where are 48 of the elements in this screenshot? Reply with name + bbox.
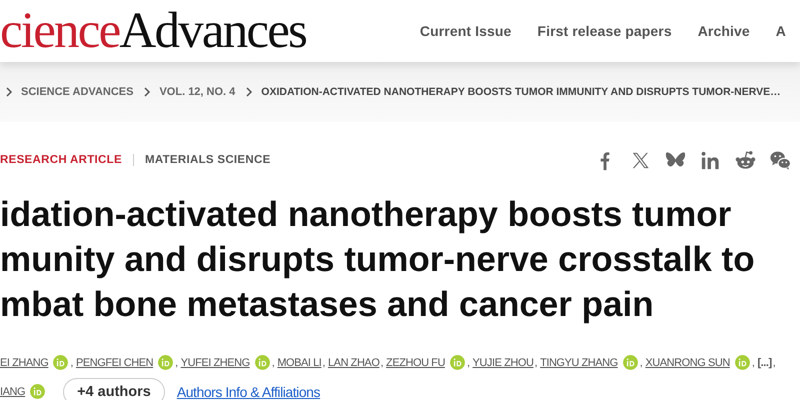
more-authors-link[interactable]: [...] — [757, 356, 772, 368]
separator: , — [322, 356, 326, 368]
orcid-icon[interactable] — [450, 355, 465, 370]
orcid-icon[interactable] — [622, 355, 638, 370]
orcid-icon[interactable] — [734, 355, 750, 370]
breadcrumb-link[interactable]: SCIENCE ADVANCES — [21, 86, 134, 98]
author-link[interactable]: PENGFEI CHEN — [76, 356, 154, 368]
author-link[interactable]: LAN ZHAO — [328, 356, 380, 368]
chevron-icon — [244, 87, 254, 97]
wechat-icon[interactable] — [769, 148, 792, 172]
orcid-icon[interactable] — [254, 355, 270, 370]
orcid-icon[interactable] — [30, 384, 46, 399]
orcid-icon[interactable] — [53, 355, 68, 370]
chevron-icon — [142, 87, 152, 97]
separator: , — [752, 356, 754, 368]
separator: , — [466, 356, 470, 368]
author-link[interactable]: TINGYU ZHANG — [540, 356, 618, 368]
site-logo[interactable]: cienceAdvances — [0, 6, 306, 56]
breadcrumb-link[interactable]: VOL. 12, NO. 4 — [159, 86, 236, 98]
separator: , — [640, 356, 642, 368]
separator: , — [272, 356, 274, 368]
author-link[interactable]: IANG — [0, 386, 26, 398]
article-title: munity and disrupts tumor-nerve crosstalk to — [0, 240, 755, 279]
nav-link[interactable]: A — [776, 23, 786, 39]
separator: , — [772, 356, 776, 368]
more-authors-button[interactable]: +4 authors — [63, 378, 165, 400]
affiliations-link[interactable]: Authors Info & Affiliations — [176, 384, 320, 400]
breadcrumb-link[interactable]: OXIDATION-ACTIVATED NANOTHERAPY BOOSTS TUMOR IMMUNITY AND DISRUPTS TUMOR-NERVE… — [261, 86, 781, 98]
separator: , — [175, 356, 178, 368]
nav-link[interactable]: First release papers — [537, 23, 672, 39]
author-link[interactable]: YUJIE ZHOU — [472, 356, 534, 368]
reddit-icon[interactable] — [734, 148, 757, 172]
subject-link[interactable]: MATERIALS SCIENCE — [144, 154, 271, 166]
author-link[interactable]: ZEZHOU FU — [386, 356, 445, 368]
article-title: idation-activated nanotherapy boosts tumor — [0, 195, 732, 234]
orcid-icon[interactable] — [158, 355, 174, 370]
nav-link[interactable]: Archive — [698, 23, 750, 39]
article-title: mbat bone metastases and cancer pain — [0, 285, 654, 324]
separator: , — [380, 356, 384, 368]
author-link[interactable]: YUFEI ZHENG — [180, 356, 250, 368]
chevron-icon — [4, 87, 14, 97]
author-link[interactable]: MOBAI LI — [277, 356, 322, 368]
author-link[interactable]: EI ZHANG — [0, 356, 48, 368]
article-type: RESEARCH ARTICLE — [0, 154, 122, 166]
separator: , — [70, 356, 73, 368]
nav-link[interactable]: Current Issue — [420, 23, 512, 39]
separator: , — [534, 356, 538, 368]
author-link[interactable]: XUANRONG SUN — [645, 356, 730, 368]
